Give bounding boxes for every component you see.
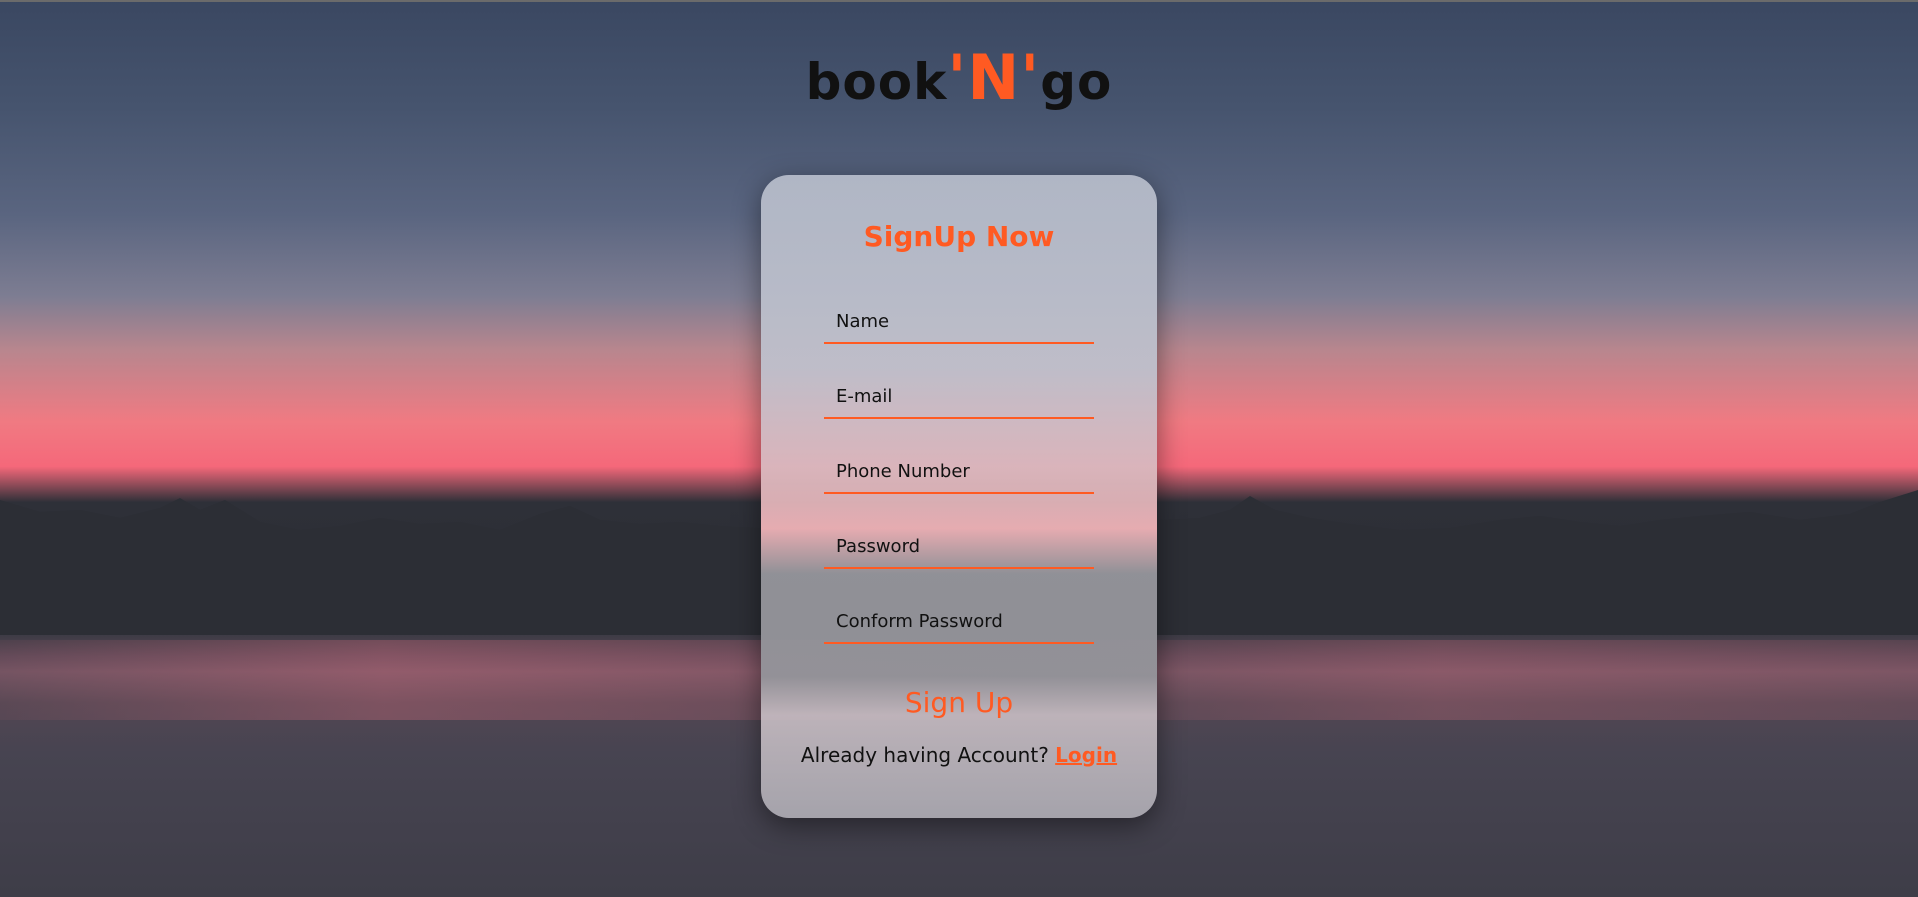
password-input[interactable] xyxy=(824,525,1094,567)
brand-accent-n: 'N' xyxy=(947,41,1041,114)
confirm-password-field-wrapper xyxy=(824,600,1094,644)
confirm-password-input[interactable] xyxy=(824,600,1094,642)
password-field-wrapper xyxy=(824,525,1094,569)
background-scene: book'N'go SignUp Now Sign Up Already hav… xyxy=(0,0,1918,897)
login-prompt: Already having Account? Login xyxy=(761,743,1157,767)
phone-field-wrapper xyxy=(824,450,1094,494)
signup-title: SignUp Now xyxy=(863,220,1055,253)
signup-card: SignUp Now Sign Up Already having Accoun… xyxy=(761,175,1157,818)
brand-logo: book'N'go xyxy=(0,38,1918,122)
top-divider xyxy=(0,0,1918,2)
brand-part-book: book xyxy=(805,53,948,111)
email-field-wrapper xyxy=(824,375,1094,419)
brand-part-go: go xyxy=(1040,53,1113,111)
login-link[interactable]: Login xyxy=(1055,743,1117,767)
signup-button[interactable]: Sign Up xyxy=(859,680,1059,724)
phone-number-input[interactable] xyxy=(824,450,1094,492)
name-field-wrapper xyxy=(824,300,1094,344)
name-input[interactable] xyxy=(824,300,1094,342)
login-prompt-text: Already having Account? xyxy=(800,743,1056,767)
email-input[interactable] xyxy=(824,375,1094,417)
